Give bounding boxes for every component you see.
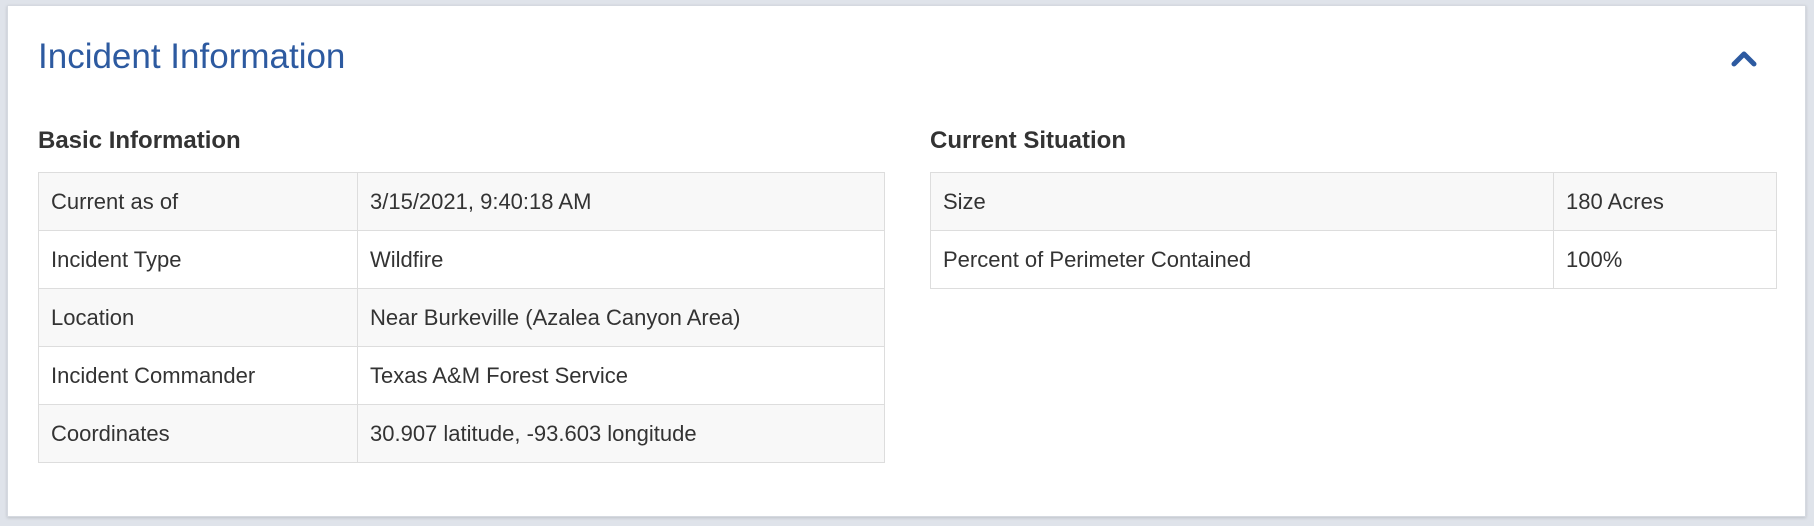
row-label: Coordinates <box>38 404 358 463</box>
row-value: 100% <box>1553 230 1777 289</box>
row-value: Wildfire <box>357 230 885 289</box>
row-label: Percent of Perimeter Contained <box>930 230 1554 289</box>
table-row: Incident Type Wildfire <box>38 230 885 289</box>
basic-information-table: Current as of 3/15/2021, 9:40:18 AM Inci… <box>38 172 885 463</box>
table-row: Incident Commander Texas A&M Forest Serv… <box>38 346 885 405</box>
collapse-button[interactable] <box>1724 42 1764 74</box>
row-value: 180 Acres <box>1553 172 1777 231</box>
row-label: Location <box>38 288 358 347</box>
row-label: Incident Commander <box>38 346 358 405</box>
row-value: Texas A&M Forest Service <box>357 346 885 405</box>
table-row: Location Near Burkeville (Azalea Canyon … <box>38 288 885 347</box>
table-row: Current as of 3/15/2021, 9:40:18 AM <box>38 172 885 231</box>
table-row: Percent of Perimeter Contained 100% <box>930 230 1777 289</box>
row-value: 3/15/2021, 9:40:18 AM <box>357 172 885 231</box>
current-situation-table: Size 180 Acres Percent of Perimeter Cont… <box>930 172 1777 289</box>
row-value: Near Burkeville (Azalea Canyon Area) <box>357 288 885 347</box>
panel-title: Incident Information <box>38 37 346 76</box>
table-row: Size 180 Acres <box>930 172 1777 231</box>
row-label: Incident Type <box>38 230 358 289</box>
row-label: Current as of <box>38 172 358 231</box>
chevron-up-icon <box>1731 51 1757 67</box>
section-heading: Current Situation <box>930 127 1126 154</box>
basic-information-section: Basic Information Current as of 3/15/202… <box>38 126 885 463</box>
current-situation-section: Current Situation Size 180 Acres Percent… <box>930 126 1777 289</box>
table-row: Coordinates 30.907 latitude, -93.603 lon… <box>38 404 885 463</box>
incident-information-panel: Incident Information Basic Information C… <box>7 5 1806 517</box>
section-heading: Basic Information <box>38 127 241 154</box>
row-value: 30.907 latitude, -93.603 longitude <box>357 404 885 463</box>
row-label: Size <box>930 172 1554 231</box>
